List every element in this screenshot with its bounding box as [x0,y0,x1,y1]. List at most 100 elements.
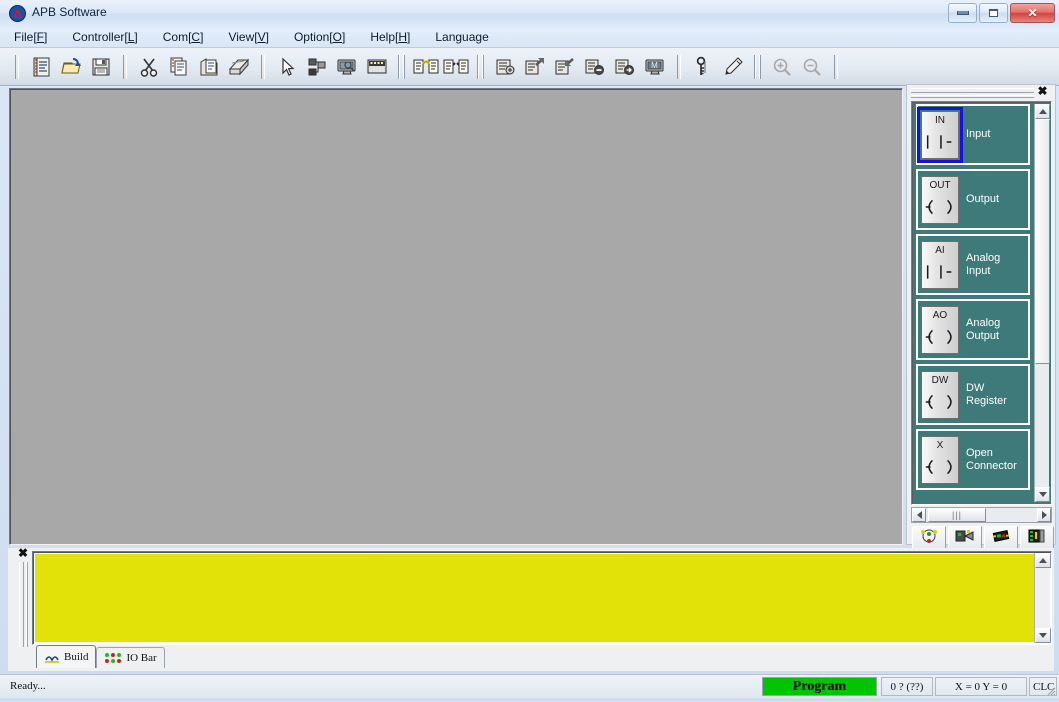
palette-vertical-scrollbar[interactable] [1034,104,1050,502]
palette-glyph-ai[interactable]: AI [921,240,959,289]
palette-scroll-left-button[interactable] [912,508,926,522]
minimize-button[interactable] [948,3,977,23]
output-tab-io-bar[interactable]: IO Bar [96,647,165,668]
logic-block-icon [954,528,976,547]
status-mode-badge: Program [762,677,877,696]
output-tab-build[interactable]: Build [36,645,97,668]
output-close-icon[interactable]: ✖ [16,546,30,560]
coil-symbol-icon [925,459,952,474]
menu-item-language[interactable]: Language [433,29,490,45]
resize-grip-icon[interactable] [1042,682,1056,696]
board-icon [1026,528,1048,547]
coil-symbol-icon [925,199,952,214]
palette-horizontal-scrollbar[interactable]: ||| [911,507,1052,523]
palette-glyph-tag: AO [932,309,948,321]
element-palette-dock: ✖ IN Input OUT Output AI Analog Input AO Analog O… [906,84,1056,549]
save-disk-icon[interactable] [87,53,115,81]
editor-canvas[interactable] [9,88,903,545]
connect-icon[interactable] [412,53,440,81]
palette-glyph-out[interactable]: OUT [921,175,959,224]
palette-glyph-in[interactable]: IN [917,106,963,163]
select-arrow-icon[interactable] [273,53,301,81]
palette-hscroll-thumb[interactable]: ||| [928,508,986,522]
pen-edit-icon[interactable] [719,53,747,81]
palette-item-label: Input [966,128,991,140]
palette-body: IN Input OUT Output AI Analog Input AO Analog Out… [911,101,1052,505]
paste-icon[interactable] [195,53,223,81]
zoom-out-icon[interactable] [798,53,826,81]
print-icon[interactable] [225,53,253,81]
toolbar: M [0,48,1059,86]
output-tab-label: IO Bar [126,652,157,664]
palette-item-input[interactable]: IN Input [916,104,1030,165]
close-button[interactable]: ✕ [1010,3,1055,23]
contact-symbol-icon [926,264,952,279]
download-program-icon[interactable] [551,53,579,81]
palette-item-analog-input[interactable]: AI Analog Input [916,234,1030,295]
palette-glyph-tag: AI [935,244,945,256]
palette-close-icon[interactable]: ✖ [1036,85,1049,98]
coil-symbol-icon [925,394,952,409]
zoom-in-icon[interactable] [768,53,796,81]
menu-item-file[interactable]: File[F] [12,29,49,45]
output-scroll-up-button[interactable] [1035,553,1051,568]
palette-tab-basic-button[interactable] [912,526,946,549]
new-document-icon[interactable] [27,53,55,81]
palette-item-dw-register[interactable]: DW DW Register [916,364,1030,425]
program-run-icon[interactable] [611,53,639,81]
chevron-left-icon [916,511,922,519]
palette-item-open-connector[interactable]: X Open Connector [916,429,1030,490]
menu-item-view[interactable]: View[V] [226,29,271,45]
maximize-button[interactable] [979,3,1008,23]
menu-item-option[interactable]: Option[O] [292,29,347,45]
io-panel-icon[interactable] [363,53,391,81]
toolbar-separator [677,54,681,79]
output-scroll-down-button[interactable] [1035,628,1051,643]
palette-glyph-x[interactable]: X [921,435,959,484]
palette-item-label: DW Register [966,381,1007,407]
maximize-glyph [989,9,998,17]
close-icon: ✕ [1027,6,1038,20]
palette-glyph-tag: OUT [929,179,951,191]
monitor-run-icon[interactable]: M [641,53,669,81]
copy-icon[interactable] [165,53,193,81]
build-output-text[interactable] [35,554,1034,642]
palette-item-output[interactable]: OUT Output [916,169,1030,230]
toolbar-separator [754,54,761,79]
output-tab-bar: Build IO Bar [36,645,165,668]
palette-scroll-up-button[interactable] [1035,104,1050,119]
node-cluster-icon [918,528,940,547]
palette-scroll-down-button[interactable] [1035,487,1050,502]
palette-item-label: Analog Input [966,251,1001,277]
output-vertical-scrollbar[interactable] [1034,553,1051,643]
block-hierarchy-icon[interactable] [303,53,331,81]
keys-password-icon[interactable] [689,53,717,81]
chevron-down-icon [1038,492,1047,497]
build-hammer-icon [44,651,60,664]
status-message: Ready... [10,680,46,692]
menu-item-com[interactable]: Com[C] [161,29,206,45]
chip-icon [990,528,1012,547]
palette-scroll-thumb[interactable] [1035,119,1050,364]
upload-program-icon[interactable] [521,53,549,81]
app-window: APB Software ✕ File[F] Controller[L] Com[C… [0,0,1059,702]
palette-tab-advanced-button[interactable] [1020,526,1054,549]
chevron-up-icon [1038,109,1047,114]
controller-config-icon[interactable] [491,53,519,81]
output-drag-handle[interactable] [19,562,28,647]
palette-glyph-dw[interactable]: DW [921,370,959,419]
menu-item-controller[interactable]: Controller[L] [70,29,139,45]
disconnect-icon[interactable] [442,53,470,81]
open-folder-icon[interactable] [57,53,85,81]
palette-glyph-ao[interactable]: AO [921,305,959,354]
palette-drag-handle[interactable] [911,88,1034,98]
palette-item-analog-output[interactable]: AO Analog Output [916,299,1030,360]
cut-scissors-icon[interactable] [135,53,163,81]
monitor-icon[interactable] [333,53,361,81]
palette-glyph-tag: DW [931,374,949,386]
palette-tab-function-button[interactable] [984,526,1018,549]
menu-item-help[interactable]: Help[H] [368,29,412,45]
palette-scroll-right-button[interactable] [1037,508,1051,522]
palette-tab-logic-button[interactable] [948,526,982,549]
program-stop-icon[interactable] [581,53,609,81]
